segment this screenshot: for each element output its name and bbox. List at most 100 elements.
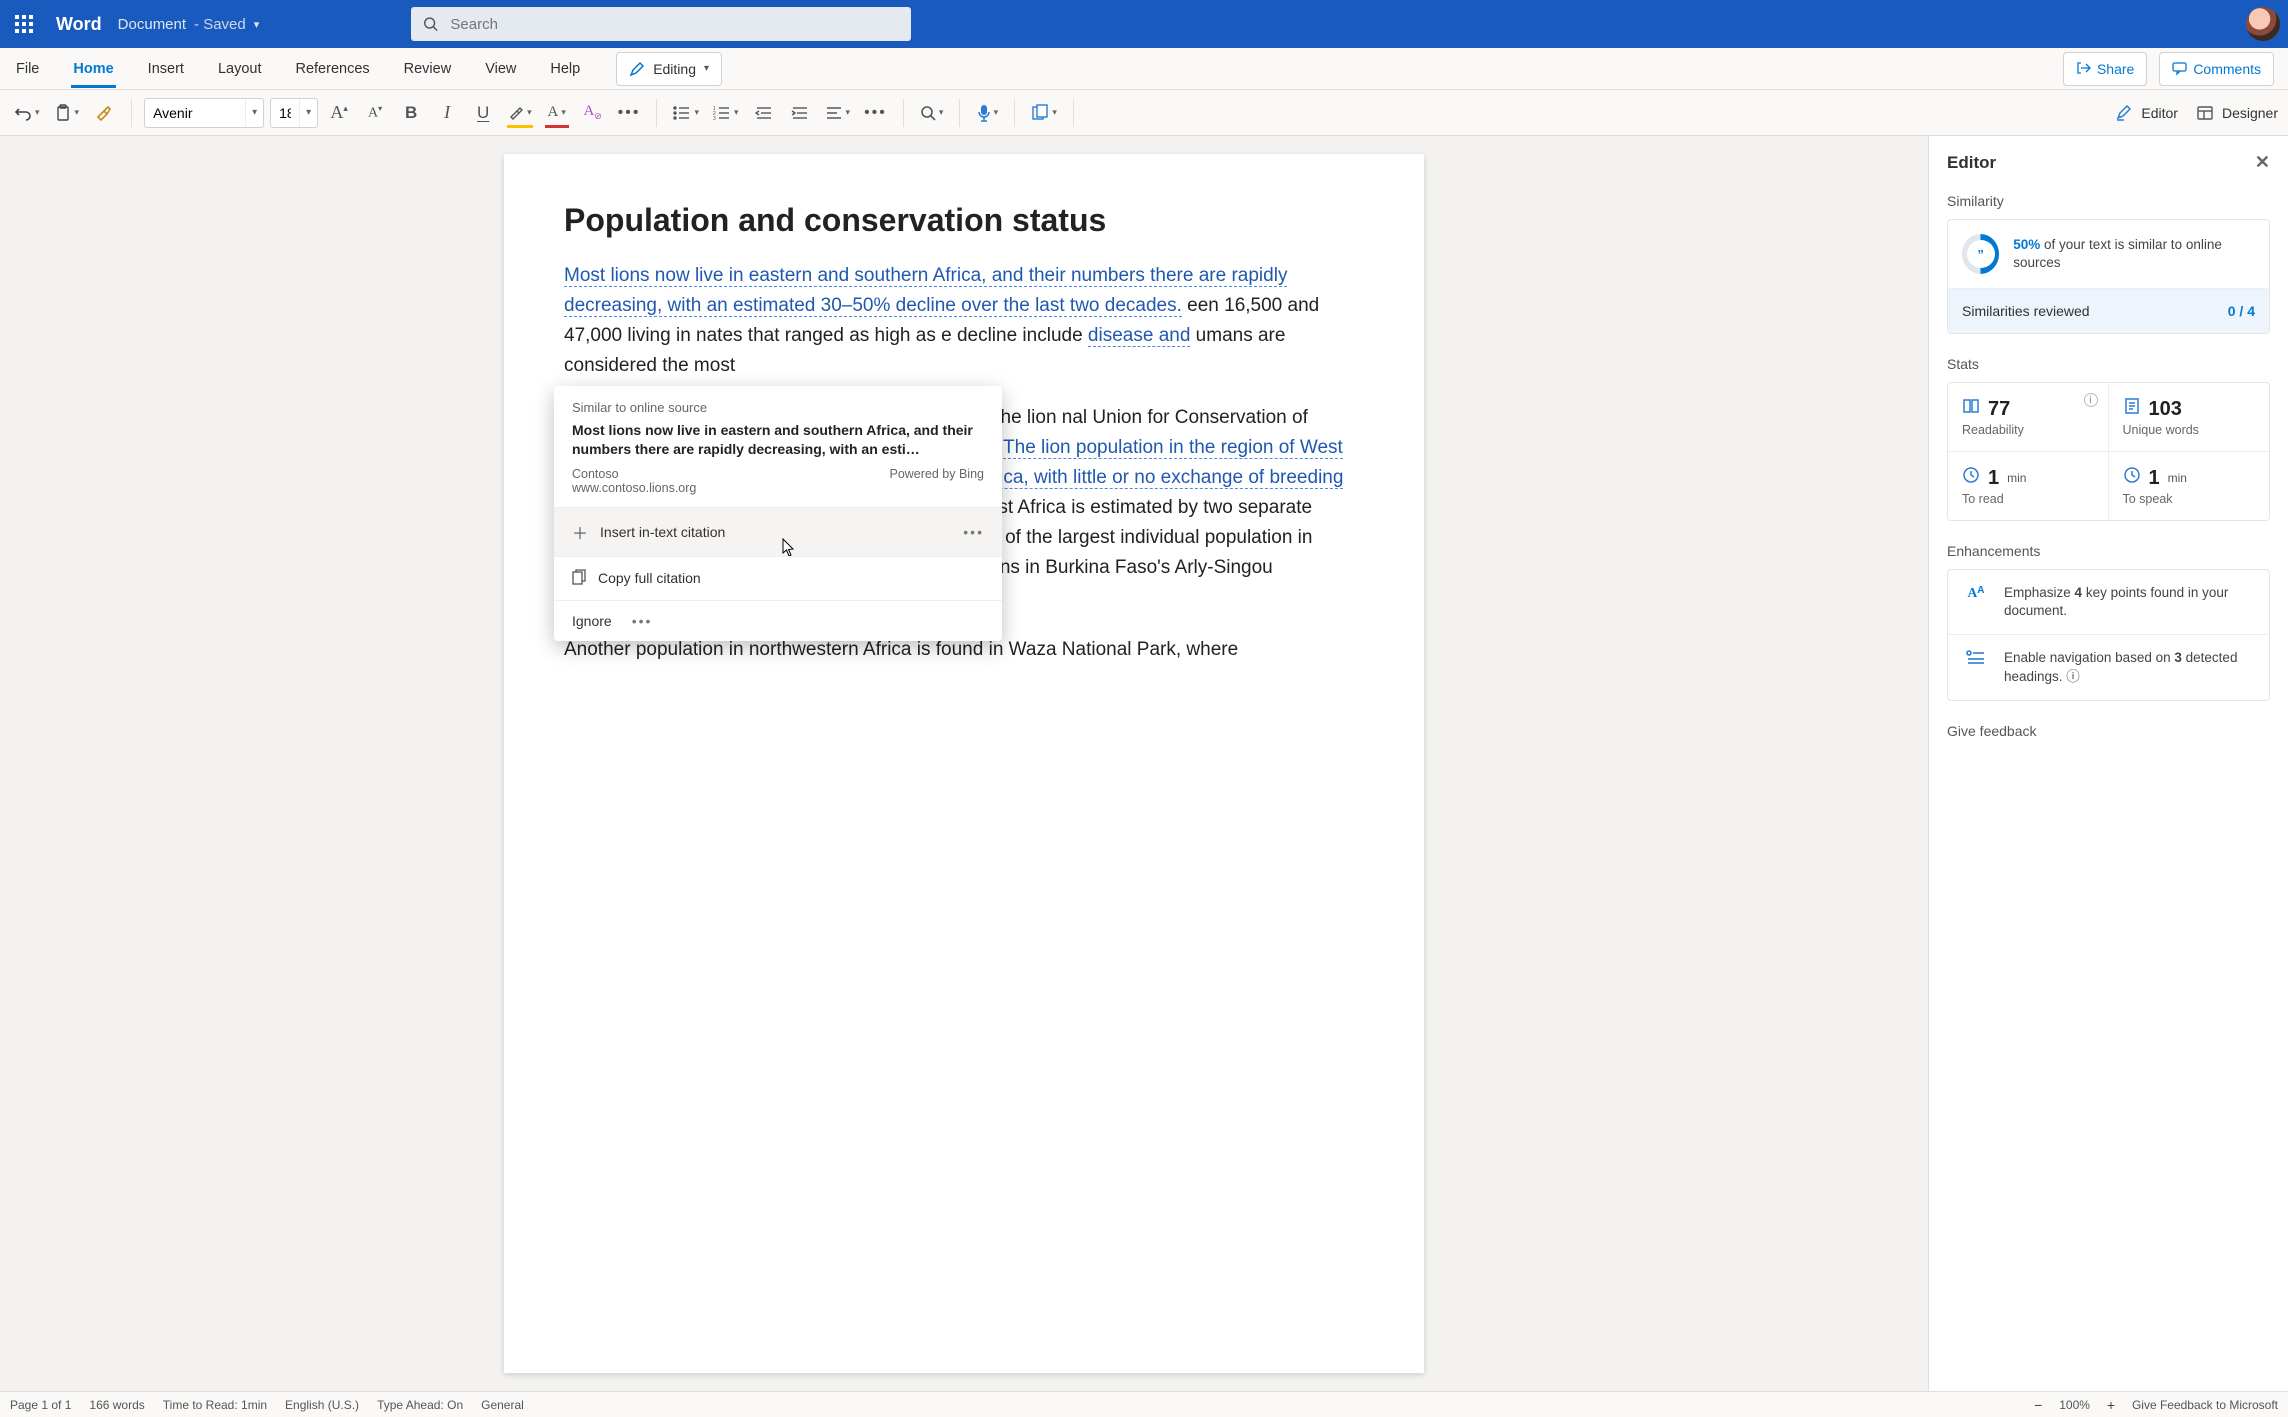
font-size-box[interactable]: ▾ [270, 98, 318, 128]
ignore-label: Ignore [572, 613, 612, 629]
user-avatar[interactable] [2246, 7, 2280, 41]
more-options-icon[interactable]: ••• [963, 524, 984, 540]
mouse-cursor-icon [782, 538, 796, 558]
similarity-span[interactable]: disease and [1088, 325, 1190, 347]
status-words[interactable]: 166 words [89, 1398, 144, 1412]
insert-citation-label: Insert in-text citation [600, 524, 725, 540]
pane-header: Editor ✕ [1929, 136, 2288, 189]
font-name-dropdown[interactable]: ▾ [245, 99, 263, 127]
paste-button[interactable]: ▾ [50, 96, 84, 130]
book-icon [1962, 397, 1980, 421]
tab-home[interactable]: Home [71, 51, 115, 87]
chevron-down-icon: ▾ [254, 18, 260, 31]
font-size-input[interactable] [271, 99, 299, 127]
zoom-out-button[interactable]: − [2029, 1397, 2047, 1413]
editing-label: Editing [653, 61, 696, 77]
font-name-box[interactable]: ▾ [144, 98, 264, 128]
search-input[interactable] [448, 15, 899, 34]
undo-button[interactable]: ▾ [10, 96, 44, 130]
zoom-in-button[interactable]: + [2102, 1397, 2120, 1413]
document-icon [2123, 397, 2141, 421]
more-options-icon[interactable]: ••• [632, 613, 653, 629]
editor-label: Editor [2141, 105, 2178, 121]
find-button[interactable]: ▾ [916, 96, 948, 130]
app-window: Word Document - Saved ▾ File Home Insert… [0, 0, 2288, 1417]
similarity-span[interactable]: Most lions now live in eastern and south… [564, 265, 1287, 317]
info-icon[interactable]: i [2084, 393, 2098, 407]
align-button[interactable]: ▾ [821, 96, 855, 130]
enhancement-emphasize[interactable]: AA Emphasize 4 key points found in your … [1948, 570, 2269, 634]
indent-button[interactable] [785, 96, 815, 130]
tab-references[interactable]: References [293, 51, 371, 87]
shrink-font-button[interactable]: A▾ [360, 96, 390, 130]
designer-label: Designer [2222, 105, 2278, 121]
reuse-files-button[interactable]: ▾ [1027, 96, 1061, 130]
tab-layout[interactable]: Layout [216, 51, 264, 87]
ribbon-tabs: File Home Insert Layout References Revie… [0, 48, 2288, 90]
paragraph-1: Most lions now live in eastern and south… [564, 261, 1352, 381]
enhancements-section: Enhancements AA Emphasize 4 key points f… [1929, 539, 2288, 719]
font-name-input[interactable] [145, 99, 245, 127]
similarities-reviewed-row[interactable]: Similarities reviewed 0 / 4 [1948, 288, 2269, 333]
insert-citation-item[interactable]: ＋ Insert in-text citation ••• [554, 507, 1002, 556]
status-language[interactable]: English (U.S.) [285, 1398, 359, 1412]
enhancement-navigation[interactable]: Enable navigation based on 3 detected he… [1948, 634, 2269, 699]
status-time-to-read[interactable]: Time to Read: 1min [163, 1398, 267, 1412]
clock-icon [2123, 466, 2141, 490]
editor-button[interactable]: Editor [2115, 104, 2178, 122]
stat-unique-words[interactable]: 103 Unique words [2109, 383, 2270, 452]
tab-view[interactable]: View [483, 51, 518, 87]
app-launcher-icon[interactable] [8, 8, 40, 40]
outdent-button[interactable] [749, 96, 779, 130]
tab-insert[interactable]: Insert [146, 51, 186, 87]
tab-review[interactable]: Review [402, 51, 454, 87]
comments-button[interactable]: Comments [2159, 52, 2274, 86]
chevron-down-icon: ▾ [704, 63, 709, 74]
powered-by: Powered by Bing [889, 467, 984, 495]
share-button[interactable]: Share [2063, 52, 2147, 86]
font-color-button[interactable]: A ▾ [542, 96, 572, 130]
stat-readability[interactable]: i 77 Readability [1948, 383, 2109, 452]
grow-font-button[interactable]: A▴ [324, 96, 354, 130]
bullets-button[interactable]: ▾ [669, 96, 703, 130]
designer-button[interactable]: Designer [2196, 104, 2278, 122]
zoom-level[interactable]: 100% [2059, 1398, 2090, 1412]
bold-button[interactable]: B [396, 96, 426, 130]
more-paragraph-button[interactable]: ••• [860, 96, 891, 130]
heading-1: Population and conservation status [564, 202, 1352, 239]
numbering-button[interactable]: 123▾ [709, 96, 743, 130]
search-box[interactable] [411, 7, 911, 41]
similarity-card[interactable]: ” 50% of your text is similar to online … [1947, 219, 2270, 334]
editing-mode-button[interactable]: Editing ▾ [616, 52, 722, 86]
underline-button[interactable]: U [468, 96, 498, 130]
document-canvas[interactable]: Population and conservation status Most … [0, 136, 1928, 1391]
more-font-button[interactable]: ••• [614, 96, 645, 130]
share-label: Share [2097, 61, 2134, 77]
status-typeahead[interactable]: Type Ahead: On [377, 1398, 463, 1412]
clear-formatting-button[interactable]: A⊘ [578, 96, 608, 130]
status-page[interactable]: Page 1 of 1 [10, 1398, 71, 1412]
clock-icon [1962, 466, 1980, 490]
dictate-button[interactable]: ▾ [972, 96, 1002, 130]
tab-file[interactable]: File [14, 51, 41, 87]
stat-to-speak[interactable]: 1min To speak [2109, 452, 2270, 520]
document-title-button[interactable]: Document - Saved ▾ [118, 16, 260, 33]
ignore-item[interactable]: Ignore ••• [554, 600, 1002, 641]
close-icon[interactable]: ✕ [2255, 152, 2270, 173]
status-general[interactable]: General [481, 1398, 524, 1412]
highlight-color-button[interactable]: ▾ [504, 96, 536, 130]
feedback-link[interactable]: Give Feedback to Microsoft [2132, 1398, 2278, 1412]
italic-button[interactable]: I [432, 96, 462, 130]
tab-help[interactable]: Help [548, 51, 582, 87]
ribbon-toolbar: ▾ ▾ ▾ ▾ A▴ A▾ B I U ▾ A ▾ A⊘ ••• ▾ 123▾ [0, 90, 2288, 136]
app-name: Word [56, 14, 102, 35]
document-name: Document [118, 16, 186, 33]
font-size-dropdown[interactable]: ▾ [299, 99, 317, 127]
format-painter-button[interactable] [89, 96, 119, 130]
status-bar: Page 1 of 1 166 words Time to Read: 1min… [0, 1391, 2288, 1417]
copy-citation-item[interactable]: Copy full citation [554, 556, 1002, 600]
stat-to-read[interactable]: 1min To read [1948, 452, 2109, 520]
similarity-section: Similarity ” 50% of your text is similar… [1929, 189, 2288, 352]
stats-label: Stats [1947, 356, 2270, 372]
emphasize-icon: AA [1962, 584, 1990, 620]
